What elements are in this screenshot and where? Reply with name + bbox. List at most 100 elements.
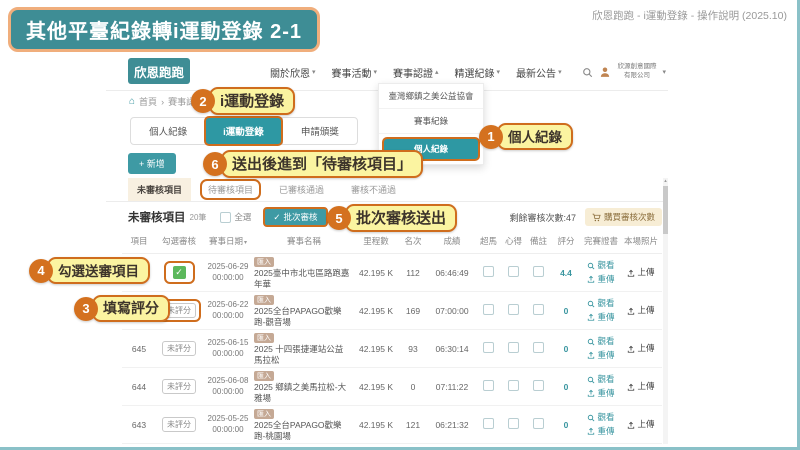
thoughts-checkbox[interactable] [508,266,519,277]
note-checkbox[interactable] [533,380,544,391]
chevron-down-icon: ▾ [312,68,316,76]
column-header: 心得 [501,235,526,247]
tab-pending-review[interactable]: 待審核項目 [200,179,261,200]
magnifier-icon [587,338,595,346]
site-logo[interactable]: 欣恩跑跑 [128,58,190,84]
photo-cell: 上傳 [621,380,661,394]
callout-label: 勾選送審項目 [47,257,150,284]
home-icon[interactable]: ⌂ [129,96,135,107]
note-checkbox[interactable] [533,266,544,277]
reupload-certificate-link[interactable]: 重傳 [581,311,621,325]
breadcrumb-home[interactable]: 首頁 [139,95,157,108]
check-review-cell: 未評分 [156,417,202,432]
chevron-down-icon: ▾ [662,68,666,76]
upload-photo-link[interactable]: 上傳 [621,304,661,318]
reupload-certificate-link[interactable]: 重傳 [581,425,621,439]
check-review-cell: 未評分 [156,341,202,356]
column-header: 賽事名稱 [254,235,354,247]
reupload-certificate-link[interactable]: 重傳 [581,273,621,287]
ultra-checkbox[interactable] [483,418,494,429]
view-certificate-link[interactable]: 觀看 [581,335,621,349]
ultra-checkbox[interactable] [483,342,494,353]
race-name-cell: 匯入2025全台PAPAGO歡樂跑-桃園場 [254,408,354,441]
column-header: 評分 [551,235,581,247]
upload-photo-link[interactable]: 上傳 [621,342,661,356]
photo-cell: 上傳 [621,304,661,318]
reupload-certificate-link[interactable]: 重傳 [581,387,621,401]
select-all-control[interactable]: 全選 [220,211,251,223]
photo-cell: 上傳 [621,342,661,356]
nav-item[interactable]: 賽事認證▴ [393,65,439,80]
select-all-checkbox[interactable] [220,212,231,223]
score-cell: 0 [551,382,581,392]
reupload-certificate-link[interactable]: 重傳 [581,349,621,363]
view-certificate-link[interactable]: 觀看 [581,259,621,273]
note-checkbox[interactable] [533,304,544,315]
magnifier-icon [587,414,595,422]
note-checkbox[interactable] [533,418,544,429]
tab-isport-registration[interactable]: i運動登錄 [204,116,282,146]
nav-item[interactable]: 賽事活動▾ [332,65,378,80]
import-tag: 匯入 [254,295,274,305]
ultra-checkbox[interactable] [483,380,494,391]
distance-cell: 42.195 K [354,344,398,354]
certificate-cell: 觀看重傳 [581,297,621,324]
buy-review-count-button[interactable]: 購買審核次數 [585,208,662,226]
upload-icon [627,383,635,391]
remaining-review-count: 剩餘審核次數:47 [509,211,576,224]
ultra-checkbox[interactable] [483,266,494,277]
scroll-up-arrow-icon[interactable]: ▴ [663,178,668,184]
scrollbar-thumb[interactable] [663,186,668,234]
distance-cell: 42.195 K [354,268,398,278]
nav-item[interactable]: 精選紀錄▾ [455,65,501,80]
dropdown-item-association[interactable]: 臺灣鄉鎮之美公益協會 [379,84,483,109]
tab-rejected[interactable]: 審核不通過 [342,178,405,201]
ultra-checkbox[interactable] [483,304,494,315]
column-header: 里程數 [354,235,398,247]
thoughts-checkbox[interactable] [508,418,519,429]
certificate-cell: 觀看重傳 [581,411,621,438]
user-icon[interactable] [599,66,611,78]
callout-label: 送出後進到「待審核項目」 [221,150,423,178]
thoughts-cell [501,266,526,279]
note-checkbox[interactable] [533,342,544,353]
add-button[interactable]: + 新增 [128,153,176,174]
callout-label: 批次審核送出 [345,204,457,232]
distance-cell: 42.195 K [354,420,398,430]
tab-personal-records[interactable]: 個人紀錄 [131,118,205,144]
account-name[interactable]: 欣源創意國際有限公司 [617,63,656,81]
select-all-label: 全選 [234,211,251,223]
tab-unreviewed[interactable]: 未審核項目 [128,178,191,201]
column-header[interactable]: 賽事日期▾ [202,235,254,247]
chevron-down-icon: ▾ [497,68,501,76]
upload-photo-link[interactable]: 上傳 [621,418,661,432]
cart-icon [592,213,601,222]
thoughts-checkbox[interactable] [508,304,519,315]
rank-cell: 0 [398,382,428,392]
tab-approved[interactable]: 已審核通過 [270,178,333,201]
thoughts-checkbox[interactable] [508,380,519,391]
row-checkbox-checked[interactable]: ✓ [173,266,186,279]
view-certificate-link[interactable]: 觀看 [581,373,621,387]
summary-count: 20筆 [190,212,207,223]
thoughts-cell [501,304,526,317]
search-icon[interactable] [582,67,593,78]
view-certificate-link[interactable]: 觀看 [581,297,621,311]
vertical-scrollbar[interactable]: ▴ [663,178,668,444]
upload-icon [627,421,635,429]
callout-2-isport-registration: 2 i運動登錄 [191,87,295,115]
view-certificate-link[interactable]: 觀看 [581,411,621,425]
dropdown-item-race-records[interactable]: 賽事紀錄 [379,109,483,134]
upload-photo-link[interactable]: 上傳 [621,380,661,394]
batch-review-button[interactable]: ✓ 批次審核 [263,207,327,227]
callout-label: 個人紀錄 [497,123,573,150]
upload-photo-link[interactable]: 上傳 [621,266,661,280]
thoughts-checkbox[interactable] [508,342,519,353]
ultra-cell [476,418,501,431]
tab-apply-award[interactable]: 申請頒獎 [282,118,357,144]
nav-item[interactable]: 關於欣恩▾ [270,65,316,80]
check-icon: ✓ [273,212,280,223]
nav-item[interactable]: 最新公告▾ [516,65,562,80]
note-cell [526,266,551,279]
race-date-cell: 2025-06-2900:00:00 [202,262,254,284]
